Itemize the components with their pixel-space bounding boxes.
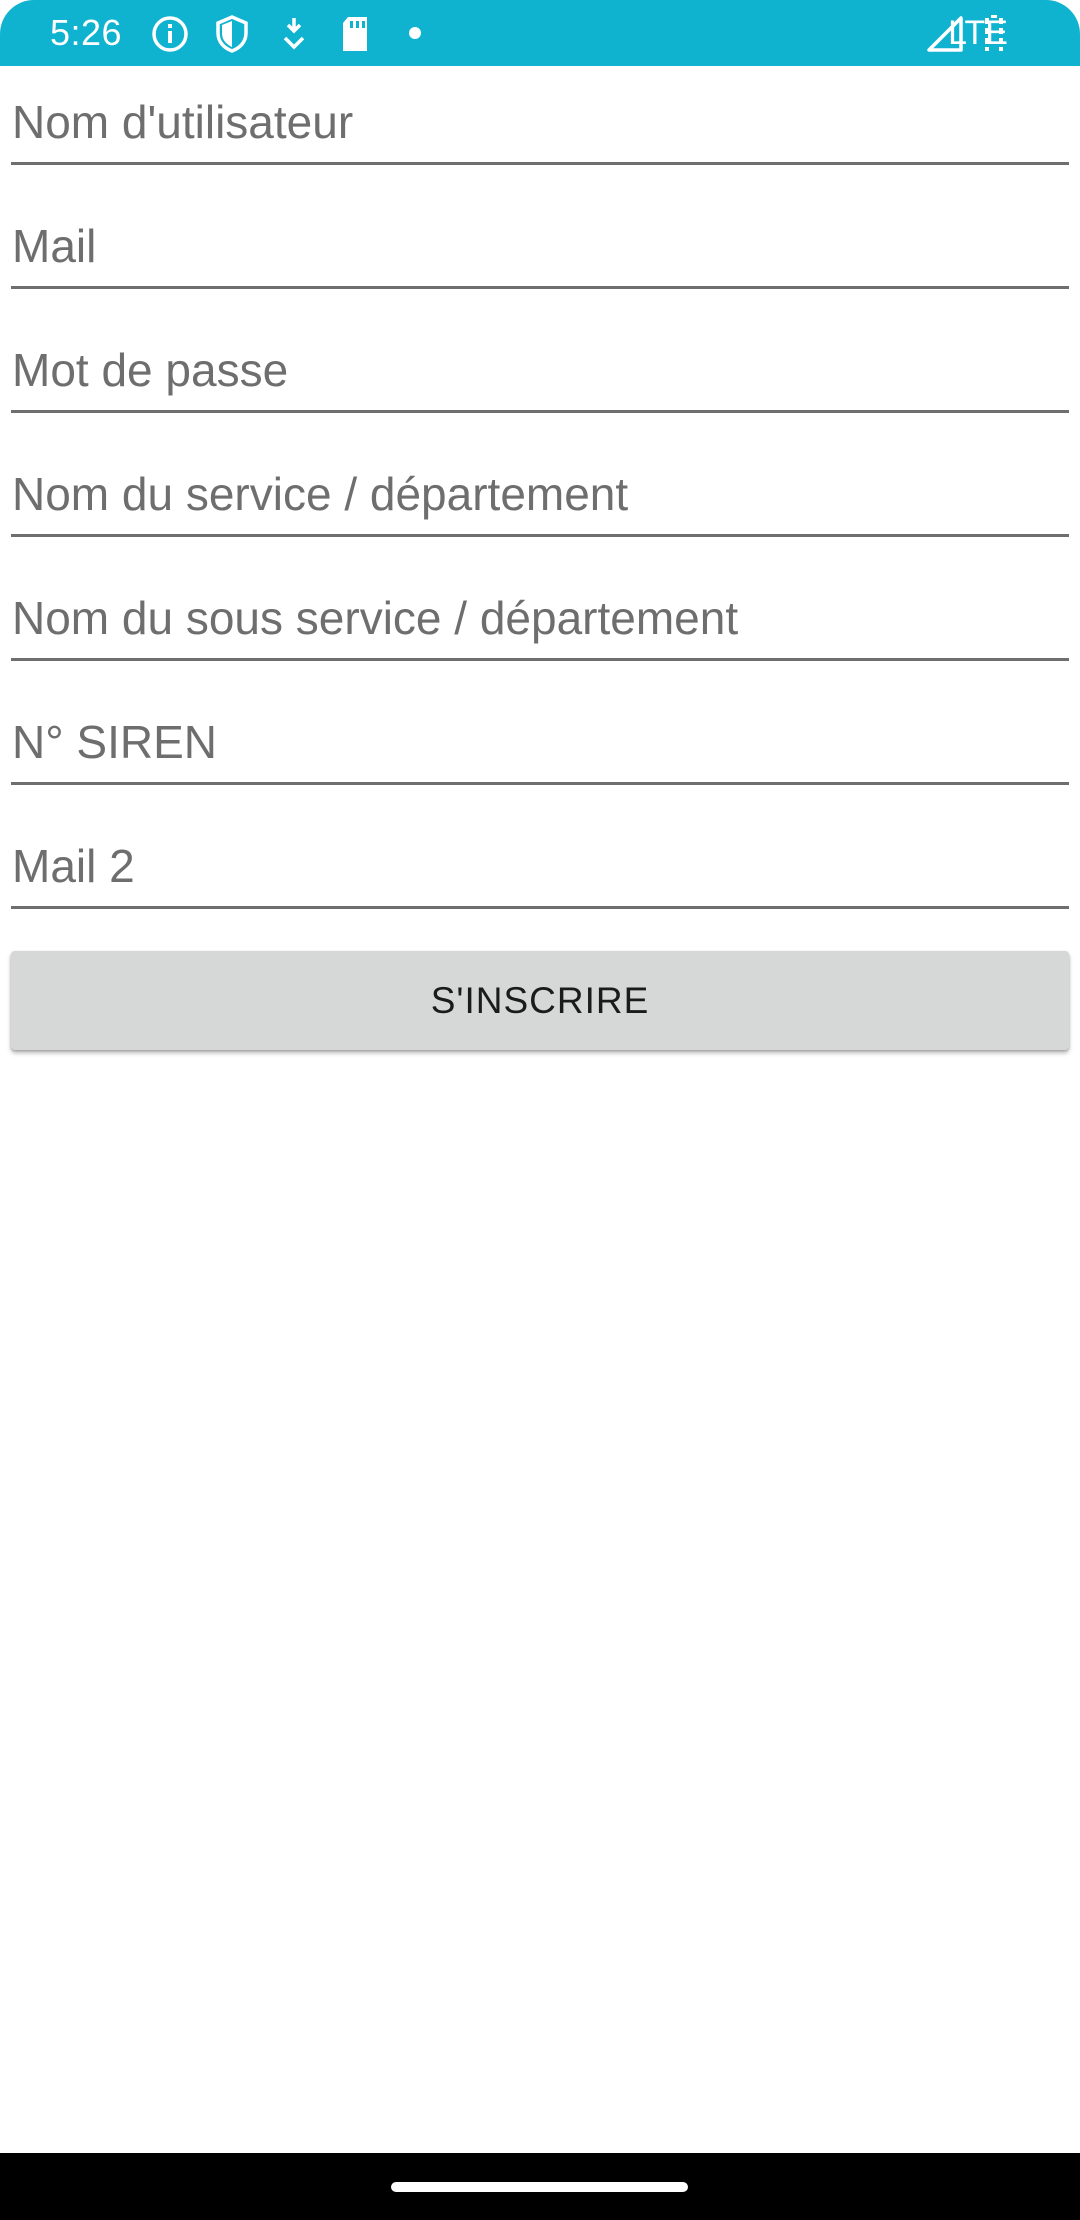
download-icon — [283, 18, 305, 50]
mail-2-field-container — [11, 810, 1069, 934]
service-field-container — [11, 438, 1069, 562]
sd-card-icon — [343, 17, 367, 51]
status-time: 5:26 — [50, 12, 123, 53]
password-input[interactable] — [11, 314, 1069, 413]
username-field-container — [11, 66, 1069, 190]
mail-2-input[interactable] — [11, 810, 1069, 909]
shield-icon — [216, 15, 248, 53]
mail-field-container — [11, 190, 1069, 314]
siren-field-container — [11, 686, 1069, 810]
signup-button[interactable]: S'INSCRIRE — [11, 951, 1069, 1050]
username-input[interactable] — [11, 66, 1069, 165]
mail-input[interactable] — [11, 190, 1069, 289]
siren-input[interactable] — [11, 686, 1069, 785]
info-icon — [152, 16, 188, 52]
service-input[interactable] — [11, 438, 1069, 537]
dot-icon — [409, 27, 421, 39]
signup-form — [11, 66, 1069, 934]
sub-service-field-container — [11, 562, 1069, 686]
password-field-container — [11, 314, 1069, 438]
battery-icon — [985, 15, 1003, 51]
status-bar: 5:26 LTE — [0, 0, 1080, 66]
sub-service-input[interactable] — [11, 562, 1069, 661]
home-indicator[interactable] — [391, 2182, 688, 2192]
signal-icon — [927, 16, 963, 52]
navigation-bar — [0, 2153, 1080, 2220]
